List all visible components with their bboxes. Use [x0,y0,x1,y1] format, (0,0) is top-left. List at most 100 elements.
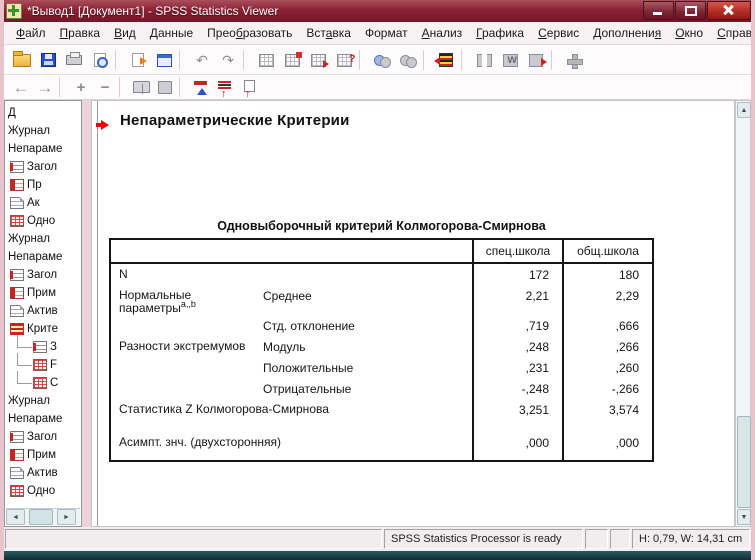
open-button[interactable] [9,48,35,72]
undo-button[interactable]: ↶ [189,48,215,72]
value-cell: 180 [562,264,652,285]
tree-item[interactable]: Непараме [5,410,81,428]
menu-item-format[interactable]: Формат [358,24,415,42]
tree-item[interactable]: Ак [5,194,81,212]
tree-item-label: Загол [27,161,58,173]
tree-item[interactable]: Пр [5,176,81,194]
tree-item-label: Загол [27,269,58,281]
vscroll-thumb[interactable] [737,416,751,508]
outline-toolbar: ← → + − [4,75,751,100]
tree-item[interactable]: Журнал [5,122,81,140]
menu-item-graphs[interactable]: Графика [469,24,531,42]
menu-item-window[interactable]: Окно [668,24,710,42]
close-button[interactable] [707,1,751,20]
value-cell: ,000 [472,432,562,453]
collapse-button[interactable]: − [93,77,117,98]
save-button[interactable] [35,48,61,72]
tree-item[interactable]: Загол [5,158,81,176]
redo-button[interactable]: ↷ [215,48,241,72]
insert-heading-icon [216,80,234,100]
tree-item-label: Д [8,107,16,119]
data-icon [10,467,24,479]
print-preview-button[interactable] [87,48,113,72]
insert-text-button[interactable] [237,77,261,100]
split-file-button[interactable] [471,48,497,72]
value-labels-button[interactable] [561,48,587,72]
save-icon [40,53,56,67]
tree-item[interactable]: Непараме [5,140,81,158]
print-button[interactable] [61,48,87,72]
menu-item-view[interactable]: Вид [107,24,143,42]
value-cell: -,248 [472,378,562,399]
spss-viewer-window: *Вывод1 [Документ1] - SPSS Statistics Vi… [0,0,755,560]
scroll-down-button[interactable]: ▼ [737,509,751,525]
goto-variable-button[interactable] [305,48,331,72]
toolbar-separator [119,77,127,97]
go-back-button[interactable]: ← [9,77,33,98]
scroll-left-button[interactable]: ◄ [6,509,25,525]
expand-button[interactable]: + [69,77,93,98]
table-cell [472,420,562,432]
maximize-button[interactable] [675,1,706,20]
tree-item[interactable]: Загол [5,266,81,284]
table-row: Стд. отклонение ,719,666 [111,315,652,336]
weight-cases-button[interactable] [497,48,523,72]
outline-collapse-button[interactable] [189,77,213,98]
menu-item-insert[interactable]: Вставка [299,24,358,42]
menu-item-transform[interactable]: Преобразовать [200,24,299,42]
value-cell: ,266 [562,336,652,357]
menu-item-file[interactable]: Файл [9,24,53,42]
content-vscrollbar[interactable]: ▲ ▼ [735,100,751,527]
redo-icon: ↷ [222,52,234,68]
menu-item-data[interactable]: Данные [143,24,200,42]
tree-item[interactable]: Д [5,104,81,122]
tree-item[interactable]: Загол [5,428,81,446]
goto-case-button[interactable] [279,48,305,72]
show-output-icon [132,81,150,94]
scroll-right-button[interactable]: ► [57,509,76,525]
table-cell [472,453,562,460]
insert-heading-button[interactable] [213,77,237,100]
designate-window-button[interactable] [395,48,421,72]
row-label-cell [111,378,263,399]
go-forward-button[interactable]: → [33,77,57,98]
tree-item[interactable]: Непараме [5,248,81,266]
tree-item[interactable]: Актив [5,464,81,482]
select-last-output-icon [373,53,391,68]
goto-data-button[interactable] [253,48,279,72]
export-button[interactable] [125,48,151,72]
table-title: Одновыборочный критерий Колмогорова-Смир… [217,219,546,233]
scroll-up-button[interactable]: ▲ [737,102,751,118]
pivot-table-object[interactable]: Одновыборочный критерий Колмогорова-Смир… [109,219,669,462]
menu-item-utilities[interactable]: Сервис [531,24,586,42]
menu-item-addons[interactable]: Дополнения [586,24,668,42]
tree-item[interactable]: Одно [5,212,81,230]
outline-hscrollbar[interactable]: ◄ ► [6,508,80,525]
recall-dialogs-button[interactable] [151,48,177,72]
select-last-output-button[interactable] [369,48,395,72]
export-icon [132,53,147,67]
hscroll-thumb[interactable] [29,509,53,525]
minimize-button[interactable] [643,1,674,20]
menu-item-help[interactable]: Справка [710,24,751,42]
variables-info-button[interactable] [331,48,357,72]
tree-item[interactable]: Журнал [5,392,81,410]
show-output-button[interactable] [129,77,153,98]
menu-item-edit[interactable]: Правка [53,24,108,42]
menu-item-analyze[interactable]: Анализ [415,24,470,42]
title-bar[interactable]: *Вывод1 [Документ1] - SPSS Statistics Vi… [4,0,751,22]
tree-item[interactable]: Журнал [5,230,81,248]
hide-output-button[interactable] [153,77,177,98]
tree-item[interactable]: Прим [5,284,81,302]
row-label-cell: Нормальные параметрыa,,b [119,288,196,315]
tree-item[interactable]: Прим [5,446,81,464]
tree-item[interactable]: Актив [5,302,81,320]
tree-item[interactable]: С [5,370,81,392]
toolbar-separator [461,50,469,70]
journal-button[interactable] [433,48,459,72]
variables-info-icon [336,53,355,67]
pane-splitter[interactable] [82,100,91,527]
tree-item[interactable]: Одно [5,482,81,500]
outline-tree: Д Журнал Непараме Загол Пр Ак Одно Журнал Непара… [5,104,81,500]
select-cases-button[interactable] [523,48,549,72]
